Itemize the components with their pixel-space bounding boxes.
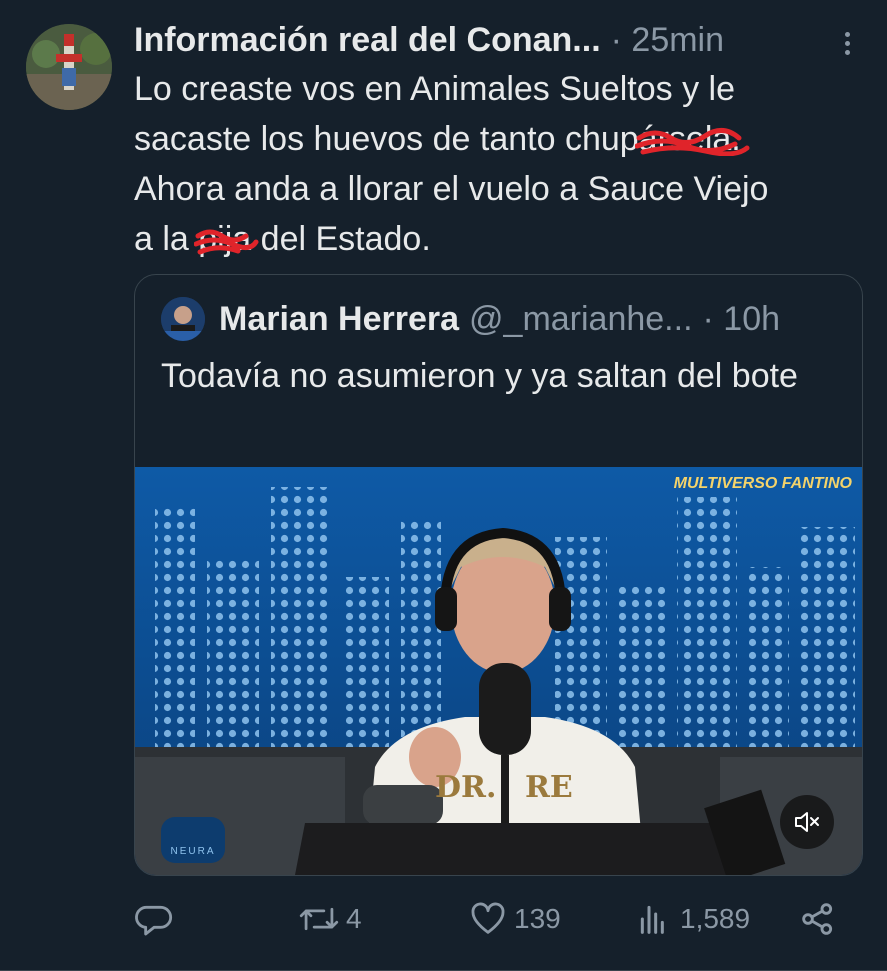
tweet-time[interactable]: · 25min <box>611 21 724 60</box>
quoted-tweet[interactable]: Marian Herrera @_marianhe... · 10h Todav… <box>134 274 863 876</box>
avatar-image <box>26 24 112 110</box>
retweet-icon <box>299 907 339 931</box>
censored-word-1: ársela. <box>634 114 750 164</box>
retweet-count: 4 <box>346 903 362 934</box>
author-avatar[interactable] <box>26 24 112 110</box>
neura-logo: NEURA <box>161 817 225 863</box>
tweet-text: Lo creaste vos en Animales Sueltos y le … <box>134 64 864 264</box>
red-scribble-icon <box>194 229 259 255</box>
mute-button[interactable] <box>780 795 834 849</box>
views-button[interactable]: 1,589 <box>634 894 750 944</box>
volume-muted-icon <box>795 812 819 832</box>
tweet-text-line-4-end: del Estado. <box>260 220 431 258</box>
like-count: 139 <box>514 903 561 934</box>
author-name[interactable]: Información real del Conan... <box>134 21 601 60</box>
share-button[interactable] <box>798 894 844 944</box>
more-options-icon[interactable] <box>835 28 859 58</box>
quote-header: Marian Herrera @_marianhe... · 10h <box>161 295 836 343</box>
tweet-header: Información real del Conan... · 25min <box>134 18 857 62</box>
heart-icon <box>471 902 505 934</box>
action-bar: 4 139 1,589 <box>134 894 864 944</box>
quote-video[interactable]: DR. RE MULTIVERSO FANTINO NEURA <box>135 467 862 875</box>
views-icon <box>640 905 664 934</box>
quote-author-name[interactable]: Marian Herrera <box>219 300 459 339</box>
tweet-text-line-2: sacaste los huevos de tanto chupársela. <box>134 114 864 164</box>
tweet-text-line-1: Lo creaste vos en Animales Sueltos y le <box>134 70 735 108</box>
views-count: 1,589 <box>680 903 751 934</box>
channel-logo: MULTIVERSO FANTINO <box>673 475 852 492</box>
video-frame: DR. RE <box>135 467 862 875</box>
svg-text:DR.: DR. <box>435 770 496 805</box>
quote-avatar-image <box>161 297 205 341</box>
tweet-text-line-4-start: a la <box>134 220 199 258</box>
quote-author-avatar[interactable] <box>161 297 205 341</box>
tweet-text-line-4: a la pija del Estado. <box>134 214 864 264</box>
retweet-button[interactable]: 4 <box>298 894 362 944</box>
quote-author-handle[interactable]: @_marianhe... <box>469 300 693 339</box>
tweet-text-line-2-start: sacaste los huevos de tanto chup <box>134 120 639 158</box>
quote-time[interactable]: · 10h <box>703 300 781 339</box>
reply-icon <box>135 905 173 936</box>
censored-word-2: pija <box>194 214 259 264</box>
svg-text:RE: RE <box>525 770 573 805</box>
tweet-text-line-3: Ahora anda a llorar el vuelo a Sauce Vie… <box>134 170 769 208</box>
red-scribble-icon <box>634 128 750 156</box>
like-button[interactable]: 139 <box>468 894 561 944</box>
reply-button[interactable] <box>134 894 180 944</box>
share-icon <box>802 903 833 935</box>
quote-text: Todavía no asumieron y ya saltan del bot… <box>161 357 798 395</box>
